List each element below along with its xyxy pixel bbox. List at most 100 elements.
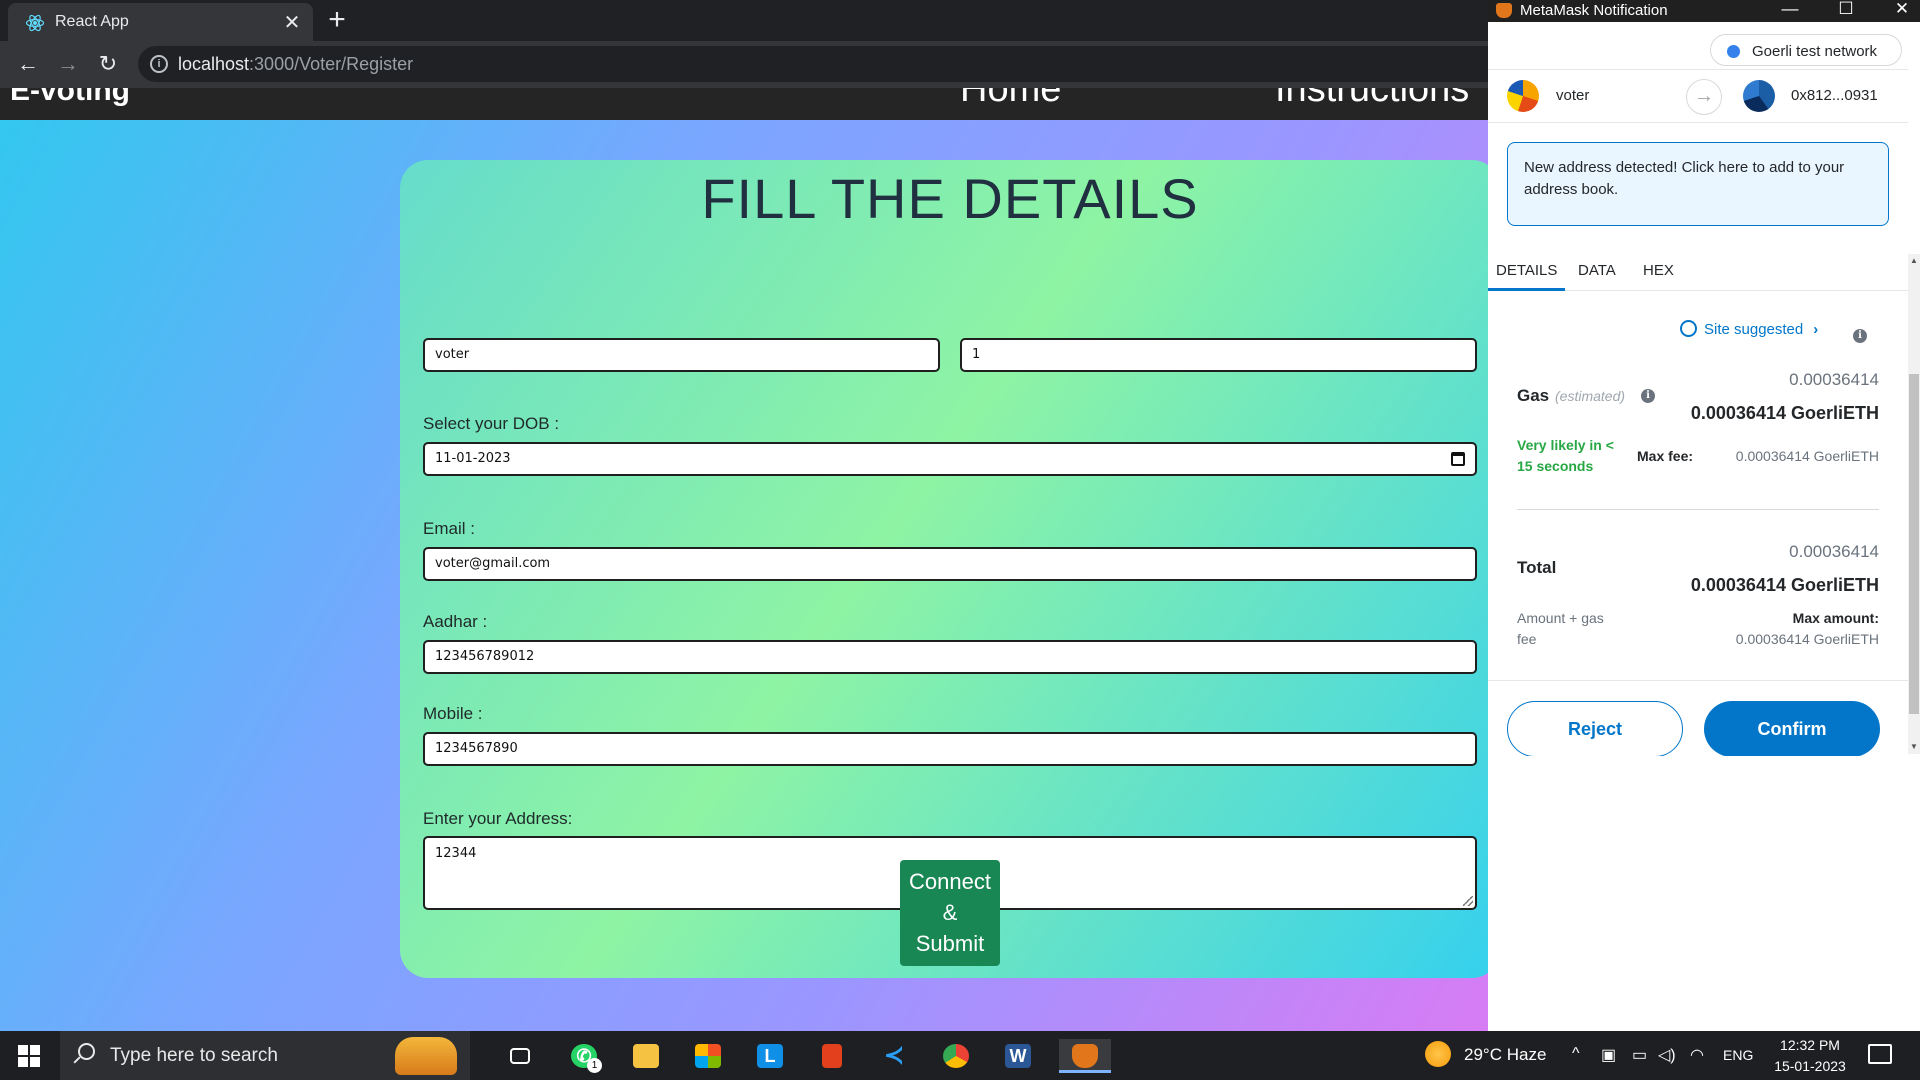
window-close-button[interactable]: ✕ xyxy=(1890,0,1914,19)
search-highlight-icon[interactable] xyxy=(395,1037,457,1075)
tab-data[interactable]: DATA xyxy=(1570,254,1624,291)
gas-bold-value: 0.00036414 GoerliETH xyxy=(1690,403,1879,423)
site-brand[interactable]: E-voting xyxy=(10,88,130,108)
network-selector[interactable]: Goerli test network xyxy=(1710,34,1902,66)
address-label: Enter your Address: xyxy=(423,809,573,828)
weather-text[interactable]: 29°C Haze xyxy=(1464,1045,1546,1065)
site-suggested-label: Site suggested xyxy=(1704,321,1804,338)
to-account-address[interactable]: 0x812...0931 xyxy=(1791,87,1878,104)
gas-label: Gas xyxy=(1517,386,1550,405)
chrome-icon[interactable] xyxy=(935,1039,975,1073)
search-icon xyxy=(78,1043,95,1060)
address-value: 12344 xyxy=(435,846,477,861)
maximize-button[interactable]: ☐ xyxy=(1834,0,1858,19)
mobile-label: Mobile : xyxy=(423,704,483,723)
name-input[interactable]: voter xyxy=(423,338,940,372)
language-indicator[interactable]: ENG xyxy=(1723,1047,1753,1063)
new-address-alert[interactable]: New address detected! Click here to add … xyxy=(1507,142,1889,226)
second-input[interactable]: 1 xyxy=(960,338,1477,372)
metamask-taskbar-icon[interactable] xyxy=(1059,1039,1111,1073)
total-small-value: 0.00036414 xyxy=(1789,542,1879,561)
nav-link-instructions[interactable]: Instructions xyxy=(1275,88,1469,111)
site-suggested-link[interactable]: Site suggested › xyxy=(1680,320,1818,338)
search-placeholder: Type here to search xyxy=(110,1045,278,1066)
from-account-name[interactable]: voter xyxy=(1556,87,1589,104)
registration-card: FILL THE DETAILS voter 1 Select your DOB… xyxy=(400,160,1500,978)
windows-taskbar: Type here to search ✆ 1 L ≺ W 29°C Haze … xyxy=(0,1031,1920,1080)
confirm-button[interactable]: Confirm xyxy=(1704,701,1880,756)
max-fee-label: Max fee: xyxy=(1637,448,1694,464)
react-icon xyxy=(25,14,45,32)
wifi-icon[interactable]: ◠ xyxy=(1690,1045,1704,1065)
back-button[interactable]: ← xyxy=(15,51,41,77)
total-bold-value: 0.00036414 GoerliETH xyxy=(1690,575,1879,595)
taskbar-clock[interactable]: 12:32 PM 15-01-2023 xyxy=(1760,1035,1860,1077)
resize-handle[interactable] xyxy=(1463,896,1473,906)
tray-app-icon[interactable]: ▣ xyxy=(1601,1045,1616,1065)
clock-date: 15-01-2023 xyxy=(1774,1058,1846,1074)
max-amount-label: Max amount: xyxy=(1792,610,1879,626)
microsoft-store-icon[interactable] xyxy=(687,1039,727,1073)
calendar-icon[interactable] xyxy=(1451,452,1465,466)
lens-app-icon[interactable]: L xyxy=(749,1039,789,1073)
site-suggested-info-icon[interactable]: i xyxy=(1853,329,1867,343)
reject-button[interactable]: Reject xyxy=(1507,701,1683,756)
file-explorer-icon[interactable] xyxy=(625,1039,665,1073)
url-path: :3000/Voter/Register xyxy=(249,54,414,74)
windows-start-icon[interactable] xyxy=(18,1045,40,1067)
amount-gas-line-1: Amount + gas xyxy=(1517,610,1604,626)
new-tab-button[interactable]: + xyxy=(325,5,349,35)
submit-line-3: Submit xyxy=(915,931,985,956)
whatsapp-icon[interactable]: ✆ 1 xyxy=(563,1039,603,1073)
forward-button[interactable]: → xyxy=(55,51,81,77)
dob-label: Select your DOB : xyxy=(423,414,560,433)
metamask-titlebar: MetaMask Notification — ☐ ✕ xyxy=(1488,0,1920,22)
battery-icon[interactable]: ▭ xyxy=(1632,1045,1647,1065)
submit-line-2: & xyxy=(942,900,958,925)
word-icon[interactable]: W xyxy=(997,1039,1037,1073)
metamask-content: Goerli test network voter → 0x812...0931… xyxy=(1488,22,1908,756)
from-account-avatar xyxy=(1507,80,1539,112)
reload-button[interactable]: ↻ xyxy=(95,51,121,77)
to-account-avatar xyxy=(1743,80,1775,112)
tab-title: React App xyxy=(55,13,129,30)
nav-link-home[interactable]: Home xyxy=(960,88,1061,111)
taskbar-search[interactable]: Type here to search xyxy=(60,1031,470,1080)
action-buttons: Reject Confirm xyxy=(1488,680,1908,756)
notification-center-icon[interactable] xyxy=(1868,1044,1892,1064)
metamask-window: MetaMask Notification — ☐ ✕ Goerli test … xyxy=(1488,0,1920,1031)
clock-time: 12:32 PM xyxy=(1780,1037,1840,1053)
url-host: localhost xyxy=(178,54,250,74)
connect-submit-button[interactable]: Connect & Submit xyxy=(900,860,1000,966)
browser-tab[interactable]: React App ✕ xyxy=(8,3,313,41)
tab-details[interactable]: DETAILS xyxy=(1488,254,1566,291)
vscode-icon[interactable]: ≺ xyxy=(873,1039,913,1073)
email-input[interactable]: voter@gmail.com xyxy=(423,547,1477,581)
metamask-scrollbar[interactable]: ▲ ▼ xyxy=(1908,254,1920,754)
address-bar[interactable]: i localhost:3000/Voter/Register xyxy=(138,46,1598,82)
email-label: Email : xyxy=(423,519,475,538)
arrow-right-icon: → xyxy=(1686,79,1722,115)
task-view-icon[interactable] xyxy=(500,1039,540,1073)
account-row: voter → 0x812...0931 xyxy=(1488,69,1908,123)
dob-date-input[interactable]: 11-01-2023 xyxy=(423,442,1477,476)
metamask-fox-icon xyxy=(1496,3,1512,18)
total-label: Total xyxy=(1517,558,1557,577)
tab-hex[interactable]: HEX xyxy=(1635,254,1682,291)
aadhar-input[interactable]: 123456789012 xyxy=(423,640,1477,674)
site-info-icon[interactable]: i xyxy=(150,55,168,73)
metamask-scroll-thumb[interactable] xyxy=(1909,374,1919,714)
gas-small-value: 0.00036414 xyxy=(1789,370,1879,389)
tab-close-icon[interactable]: ✕ xyxy=(281,10,303,35)
gas-info-icon[interactable]: i xyxy=(1641,389,1655,403)
metamask-tabs: DETAILS DATA HEX xyxy=(1488,254,1908,291)
minimize-button[interactable]: — xyxy=(1778,0,1802,19)
volume-icon[interactable]: ◁) xyxy=(1658,1045,1676,1065)
tray-chevron-icon[interactable]: ^ xyxy=(1572,1045,1580,1063)
weather-icon[interactable] xyxy=(1425,1041,1451,1067)
scroll-up-arrow-icon[interactable]: ▲ xyxy=(1909,256,1919,265)
office-icon[interactable] xyxy=(811,1039,851,1073)
mobile-input[interactable]: 1234567890 xyxy=(423,732,1477,766)
submit-line-1: Connect xyxy=(909,869,991,894)
scroll-down-arrow-icon[interactable]: ▼ xyxy=(1909,742,1919,751)
